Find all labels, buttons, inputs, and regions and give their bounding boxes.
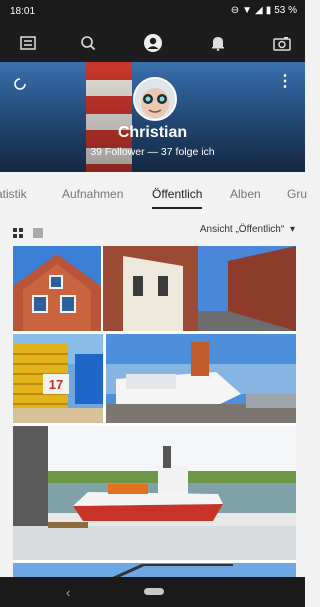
tab-alben[interactable]: Alben: [230, 187, 261, 201]
view-filter-bar: Ansicht „Öffentlich“ ▾: [0, 213, 305, 245]
profile-tabs: atistik Aufnahmen Öffentlich Alben Gru: [0, 172, 307, 212]
dnd-icon: ⊖: [230, 5, 240, 16]
photo-tile[interactable]: [103, 246, 296, 331]
beach-chair-number: 17: [49, 377, 63, 392]
photo-tile[interactable]: 17: [13, 334, 103, 423]
tab-statistik[interactable]: atistik: [0, 187, 27, 201]
more-options-icon[interactable]: ⋮: [277, 74, 293, 90]
profile-icon[interactable]: [142, 32, 164, 54]
status-icons: ⊖ ▼ ◢ ▮ 53 %: [231, 5, 297, 16]
top-toolbar: [0, 24, 305, 62]
battery-icon: ▮: [265, 5, 272, 16]
system-nav-bar: ‹: [0, 577, 305, 607]
single-view-icon[interactable]: [33, 225, 43, 243]
profile-name: Christian: [117, 124, 188, 141]
camera-icon[interactable]: [271, 32, 293, 54]
tab-oeffentlich[interactable]: Öffentlich: [152, 187, 203, 209]
search-icon[interactable]: [77, 32, 99, 54]
avatar[interactable]: [133, 77, 177, 121]
photo-tile[interactable]: [106, 334, 296, 423]
back-icon[interactable]: ‹: [66, 585, 70, 600]
photo-grid: 17: [13, 246, 296, 577]
view-dropdown-label: Ansicht „Öffentlich“: [199, 224, 285, 235]
photo-tile[interactable]: [13, 563, 296, 577]
chevron-down-icon: ▾: [289, 224, 295, 235]
tab-gruppen[interactable]: Gru: [287, 187, 307, 201]
bell-icon[interactable]: [207, 32, 229, 54]
gallery-icon[interactable]: [17, 32, 39, 54]
grid-view-icon[interactable]: [13, 225, 23, 243]
refresh-icon[interactable]: [13, 77, 27, 96]
signal-icon: ◢: [254, 5, 263, 16]
view-dropdown[interactable]: Ansicht „Öffentlich“ ▾: [200, 224, 295, 235]
wifi-icon: ▼: [242, 5, 252, 16]
photo-tile[interactable]: [13, 246, 101, 331]
profile-header: ⋮ Christian 39 Follower — 37 folge ich: [0, 62, 305, 172]
battery-percent: 53 %: [274, 5, 297, 16]
tab-aufnahmen[interactable]: Aufnahmen: [62, 187, 123, 201]
status-bar: 18:01 ⊖ ▼ ◢ ▮ 53 %: [0, 0, 305, 24]
home-pill[interactable]: [144, 588, 164, 595]
follower-stats[interactable]: 39 Follower — 37 folge ich: [0, 146, 305, 158]
status-time: 18:01: [10, 6, 36, 17]
photo-tile[interactable]: [13, 426, 296, 560]
